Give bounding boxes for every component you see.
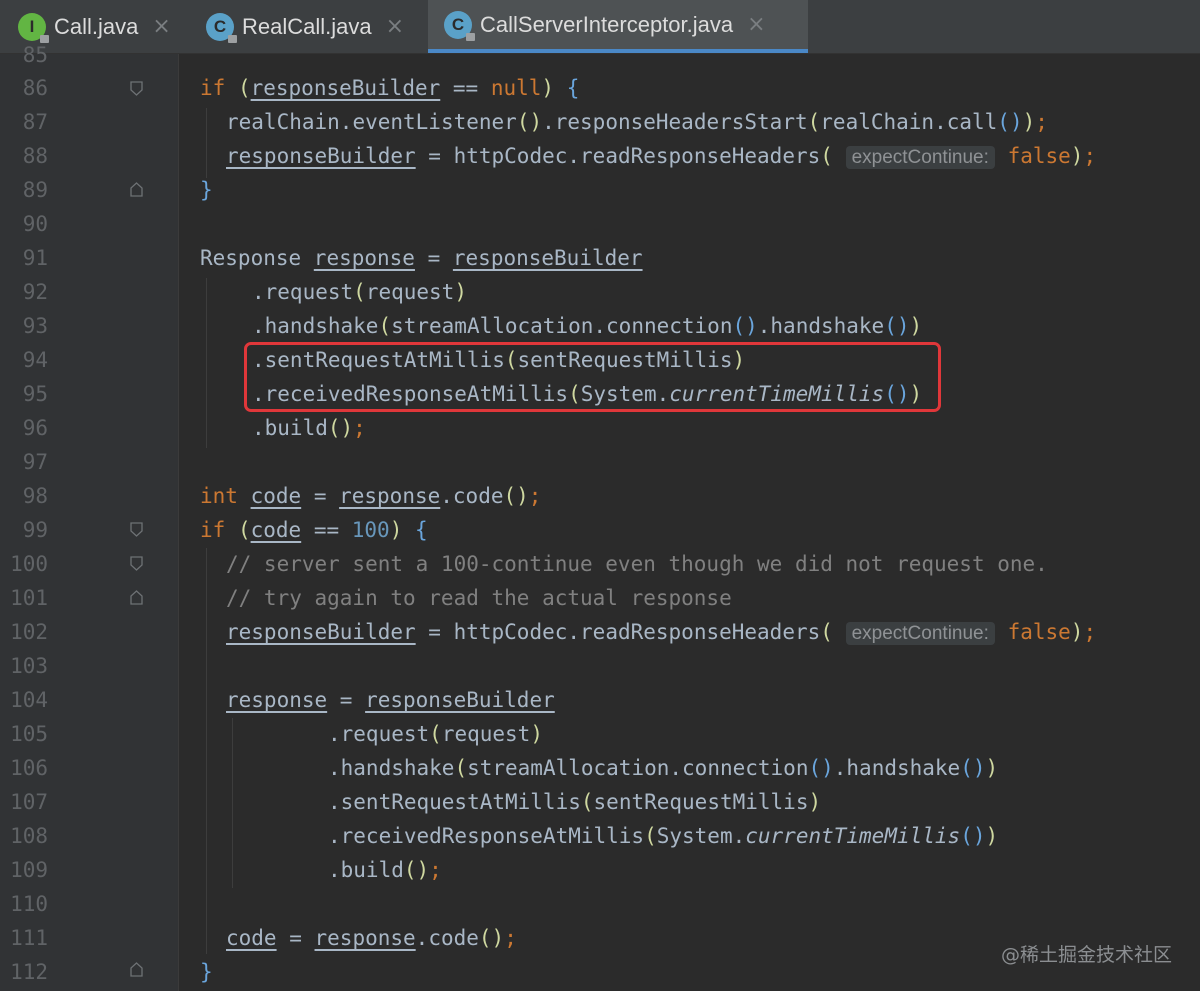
line-number: 90	[22, 212, 48, 236]
line-number: 86	[22, 76, 48, 100]
tab-label: Call.java	[54, 13, 139, 39]
code-line: }	[200, 178, 213, 202]
code-line: code = response.code();	[226, 926, 517, 950]
code-comment: // server sent a 100-continue even thoug…	[226, 552, 1048, 576]
line-number: 109	[10, 858, 48, 882]
line-number: 88	[22, 144, 48, 168]
code-line: if (code == 100) {	[200, 518, 428, 542]
fold-close-icon[interactable]	[130, 962, 143, 977]
class-icon: C	[206, 12, 237, 43]
tab-realcall-java[interactable]: C RealCall.java ×	[190, 0, 426, 53]
line-number: 87	[22, 110, 48, 134]
code-line: .handshake(streamAllocation.connection()…	[328, 756, 999, 780]
class-icon: C	[444, 10, 475, 41]
code-line: if (responseBuilder == null) {	[200, 76, 580, 100]
code-line: .handshake(streamAllocation.connection()…	[252, 314, 923, 338]
line-number: 103	[10, 654, 48, 678]
code-line: Response response = responseBuilder	[200, 246, 643, 270]
highlight-box	[244, 342, 941, 412]
parameter-hint: expectContinue:	[845, 622, 995, 645]
line-number: 105	[10, 722, 48, 746]
indent-guide	[206, 548, 207, 954]
line-number: 107	[10, 790, 48, 814]
fold-close-icon[interactable]	[130, 590, 143, 605]
code-line: .request(request)	[252, 280, 467, 304]
line-number: 97	[22, 450, 48, 474]
line-number: 111	[10, 926, 48, 950]
code-line: response = responseBuilder	[226, 688, 555, 712]
code-line: }	[200, 960, 213, 984]
line-number: 89	[22, 178, 48, 202]
editor-tab-bar: I Call.java × C RealCall.java × C CallSe…	[0, 0, 1200, 54]
line-number: 92	[22, 280, 48, 304]
line-number: 100	[10, 552, 48, 576]
line-number: 91	[22, 246, 48, 270]
code-line: .build();	[252, 416, 366, 440]
fold-open-icon[interactable]	[130, 522, 143, 537]
parameter-hint: expectContinue:	[845, 146, 995, 169]
line-number: 104	[10, 688, 48, 712]
tab-callserverinterceptor-java[interactable]: C CallServerInterceptor.java ×	[428, 0, 808, 53]
code-line: .request(request)	[328, 722, 543, 746]
code-line: realChain.eventListener().responseHeader…	[226, 110, 1048, 134]
line-number: 106	[10, 756, 48, 780]
line-number: 99	[22, 518, 48, 542]
line-number: 112	[10, 960, 48, 984]
interface-icon: I	[18, 12, 49, 43]
line-number: 102	[10, 620, 48, 644]
line-number: 85	[22, 43, 48, 67]
line-number: 108	[10, 824, 48, 848]
fold-open-icon[interactable]	[130, 81, 143, 96]
line-number: 94	[22, 348, 48, 372]
close-icon[interactable]: ×	[747, 12, 765, 37]
indent-guide	[206, 108, 207, 178]
code-line: responseBuilder = httpCodec.readResponse…	[226, 144, 1097, 169]
tab-label: RealCall.java	[242, 13, 372, 39]
code-line: .receivedResponseAtMillis(System.current…	[328, 824, 999, 848]
fold-open-icon[interactable]	[130, 556, 143, 571]
line-number: 98	[22, 484, 48, 508]
close-icon[interactable]: ×	[386, 14, 404, 39]
code-line: .build();	[328, 858, 442, 882]
indent-guide	[232, 718, 233, 888]
gutter-divider	[178, 54, 179, 991]
code-line: responseBuilder = httpCodec.readResponse…	[226, 620, 1097, 645]
tab-label: CallServerInterceptor.java	[480, 11, 734, 37]
code-comment: // try again to read the actual response	[226, 586, 732, 610]
line-number: 110	[10, 892, 48, 916]
code-line: int code = response.code();	[200, 484, 542, 508]
line-number: 101	[10, 586, 48, 610]
line-number: 96	[22, 416, 48, 440]
code-line: .sentRequestAtMillis(sentRequestMillis)	[328, 790, 822, 814]
close-icon[interactable]: ×	[152, 14, 170, 39]
watermark: @稀土掘金技术社区	[1000, 944, 1172, 966]
line-number: 93	[22, 314, 48, 338]
line-number: 95	[22, 382, 48, 406]
fold-close-icon[interactable]	[130, 182, 143, 197]
indent-guide	[206, 278, 207, 448]
